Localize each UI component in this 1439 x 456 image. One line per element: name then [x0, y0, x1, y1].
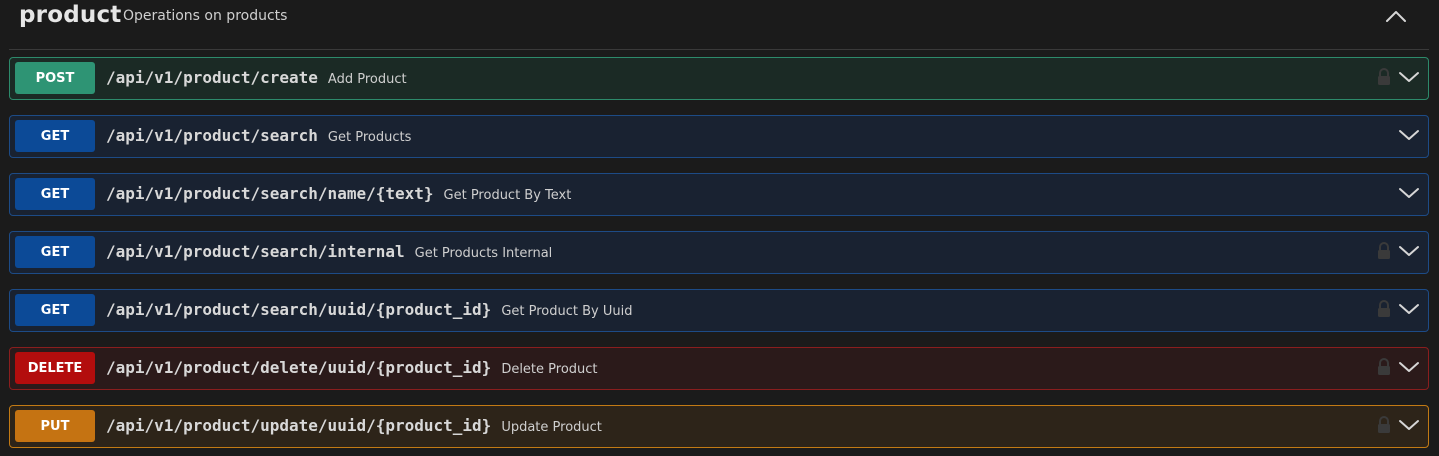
operation-row[interactable]: GET /api/v1/product/search/uuid/{product…: [9, 289, 1429, 332]
chevron-down-icon[interactable]: [1398, 300, 1420, 318]
product-section: product Operations on products POST /api…: [0, 0, 1439, 456]
operation-row[interactable]: DELETE /api/v1/product/delete/uuid/{prod…: [9, 347, 1429, 390]
lock-icon[interactable]: [1377, 242, 1391, 260]
path-text: /api/v1/product/search/uuid/{product_id}: [106, 300, 492, 319]
operation-row[interactable]: GET /api/v1/product/search/internal Get P…: [9, 231, 1429, 274]
chevron-down-icon[interactable]: [1398, 358, 1420, 376]
method-badge: GET: [15, 294, 95, 326]
chevron-down-icon[interactable]: [1398, 416, 1420, 434]
operation-row[interactable]: GET /api/v1/product/search/name/{text} Ge…: [9, 173, 1429, 216]
path-text: /api/v1/product/search/name/{text}: [106, 184, 434, 203]
chevron-down-icon[interactable]: [1398, 242, 1420, 260]
operation-path: /api/v1/product/search Get Products: [106, 126, 411, 145]
operation-summary: Update Product: [501, 420, 602, 435]
chevron-up-icon: [1386, 11, 1406, 22]
section-title[interactable]: product: [19, 2, 121, 28]
method-badge: DELETE: [15, 352, 95, 384]
lock-icon[interactable]: [1377, 68, 1391, 86]
lock-icon[interactable]: [1377, 416, 1391, 434]
method-badge: GET: [15, 178, 95, 210]
operation-row[interactable]: POST /api/v1/product/create Add Product: [9, 57, 1429, 100]
operation-path: /api/v1/product/update/uuid/{product_id}…: [106, 416, 602, 435]
operation-path: /api/v1/product/search/name/{text} Get Pr…: [106, 184, 571, 203]
operation-summary: Get Products: [327, 130, 412, 145]
operation-summary: Get Product By Text: [443, 188, 572, 203]
collapse-section-button[interactable]: [1381, 2, 1411, 30]
chevron-down-icon[interactable]: [1398, 184, 1420, 202]
path-text: /api/v1/product/create: [106, 68, 318, 87]
chevron-down-icon[interactable]: [1398, 68, 1420, 86]
operation-path: /api/v1/product/search/uuid/{product_id}…: [106, 300, 632, 319]
path-text: /api/v1/product/delete/uuid/{product_id}: [106, 358, 492, 377]
chevron-down-icon[interactable]: [1398, 126, 1420, 144]
operation-summary: Delete Product: [501, 362, 598, 377]
path-text: /api/v1/product/search: [106, 126, 318, 145]
section-header[interactable]: product Operations on products: [9, 0, 1429, 50]
section-description: Operations on products: [123, 8, 288, 24]
method-badge: PUT: [15, 410, 95, 442]
path-text: /api/v1/product/update/uuid/{product_id}: [106, 416, 492, 435]
lock-icon[interactable]: [1377, 300, 1391, 318]
operation-summary: Get Products Internal: [414, 246, 553, 261]
operation-row[interactable]: GET /api/v1/product/search Get Products: [9, 115, 1429, 158]
method-badge: POST: [15, 62, 95, 94]
operation-path: /api/v1/product/delete/uuid/{product_id}…: [106, 358, 598, 377]
method-badge: GET: [15, 236, 95, 268]
operation-path: /api/v1/product/search/internal Get Produ…: [106, 242, 552, 261]
operation-row[interactable]: PUT /api/v1/product/update/uuid/{product…: [9, 405, 1429, 448]
lock-icon[interactable]: [1377, 358, 1391, 376]
operation-summary: Add Product: [327, 72, 407, 87]
method-badge: GET: [15, 120, 95, 152]
path-text: /api/v1/product/search/internal: [106, 242, 405, 261]
operation-path: /api/v1/product/create Add Product: [106, 68, 407, 87]
operation-summary: Get Product By Uuid: [501, 304, 633, 319]
